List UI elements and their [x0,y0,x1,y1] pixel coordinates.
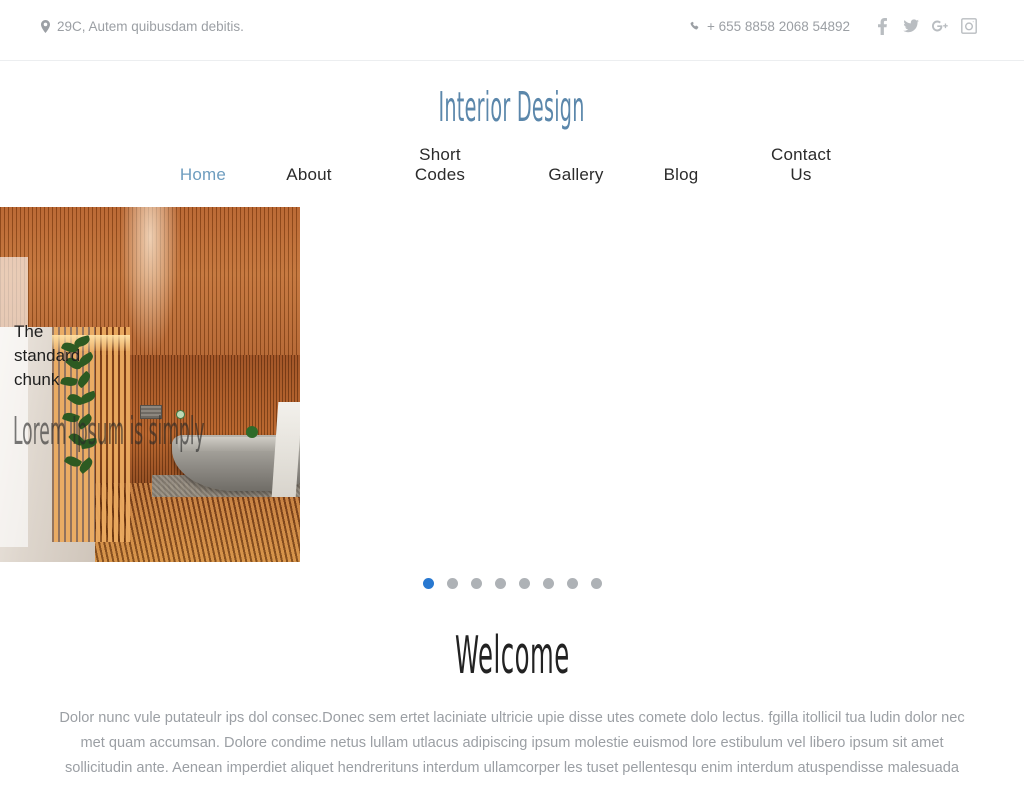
brand-logo[interactable]: Interior Design [0,61,1024,139]
nav-item-home[interactable]: Home [163,165,243,185]
hero-slider: The standard chunk Lorem Ipsum is simply [0,207,1024,562]
welcome-paragraph: Dolor nunc vule putateulr ips dol consec… [59,710,965,776]
address-text: 29C, Autem quibusdam debitis. [57,19,244,34]
facebook-icon[interactable] [874,17,890,35]
slider-dot-1[interactable] [422,577,434,589]
nav-item-gallery[interactable]: Gallery [536,165,616,185]
slider-dot-4[interactable] [494,577,506,589]
welcome-heading: Welcome [454,626,570,686]
slider-pagination [0,562,1024,604]
brand-logo-text: Interior Design [438,83,586,131]
phone-number: + 655 8858 2068 54892 [707,19,851,34]
phone-block: + 655 8858 2068 54892 [690,18,850,36]
slider-dot-3[interactable] [470,577,482,589]
slider-dot-7[interactable] [566,577,578,589]
top-bar: 29C, Autem quibusdam debitis. + 655 8858… [0,0,1024,61]
nav-item-short-codes[interactable]: Short Codes [400,145,480,185]
slider-dot-6[interactable] [542,577,554,589]
social-links [874,17,977,35]
slider-dot-5[interactable] [518,577,530,589]
address-block: 29C, Autem quibusdam debitis. [41,18,244,35]
slide-caption-title: Lorem Ipsum is simply [13,410,205,452]
nav-item-about[interactable]: About [269,165,349,185]
slider-dot-8[interactable] [590,577,602,589]
instagram-icon[interactable] [961,17,977,35]
map-marker-icon [41,20,50,33]
nav-item-contact-us[interactable]: Contact Us [761,145,841,185]
twitter-icon[interactable] [903,17,919,35]
google-plus-icon[interactable] [932,17,948,35]
main-navigation: Home About Short Codes Gallery Blog Cont… [0,139,1024,207]
slide-caption-panel [0,257,28,547]
nav-item-blog[interactable]: Blog [641,165,721,185]
phone-icon [690,19,701,36]
slide-caption-subtitle: The standard chunk [14,322,81,389]
welcome-section: Welcome Dolor nunc vule putateulr ips do… [0,604,1024,781]
slider-dot-2[interactable] [446,577,458,589]
